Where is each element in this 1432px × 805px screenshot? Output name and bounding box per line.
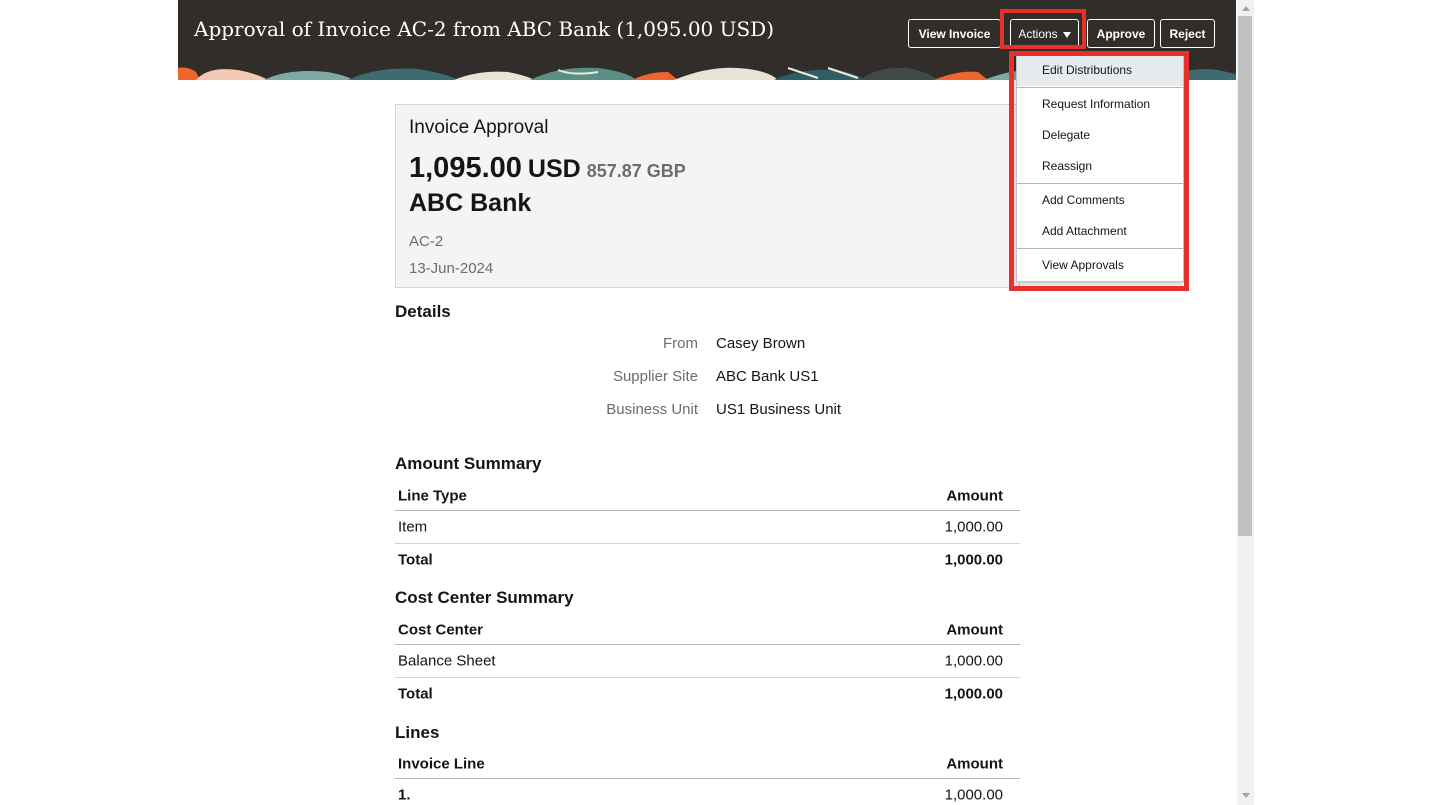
column-header-cost-center: Cost Center xyxy=(398,621,484,639)
detail-value-from: Casey Brown xyxy=(716,335,806,352)
menu-item-edit-distributions[interactable]: Edit Distributions xyxy=(1017,55,1183,86)
cell-amount: 1,000.00 xyxy=(944,652,1003,670)
page-title: Approval of Invoice AC-2 from ABC Bank (… xyxy=(194,17,775,41)
detail-label-from: From xyxy=(663,335,698,352)
amount-currency: USD xyxy=(527,155,581,183)
invoice-amount: 1,095.00 USD 857.87 GBP xyxy=(409,152,686,185)
detail-value-business-unit: US1 Business Unit xyxy=(716,401,842,418)
table-row[interactable]: 1. 1,000.00 xyxy=(395,779,1020,805)
menu-item-request-information[interactable]: Request Information xyxy=(1017,89,1183,120)
actions-dropdown-menu: Edit Distributions Request Information D… xyxy=(1016,54,1184,282)
amount-summary-table: Line Type Amount Item 1,000.00 Total 1,0… xyxy=(395,482,1020,576)
column-header-line-type: Line Type xyxy=(398,487,467,505)
cost-center-summary-heading: Cost Center Summary xyxy=(395,588,574,607)
cell-cost-center: Balance Sheet xyxy=(398,652,496,670)
total-label: Total xyxy=(398,551,433,569)
detail-label-business-unit: Business Unit xyxy=(606,401,698,418)
cell-amount: 1,000.00 xyxy=(944,518,1003,536)
invoice-number: AC-2 xyxy=(409,233,444,250)
table-row: Item 1,000.00 xyxy=(395,511,1020,544)
column-header-amount: Amount xyxy=(946,621,1003,639)
table-row: Balance Sheet 1,000.00 xyxy=(395,645,1020,678)
total-row: Total 1,000.00 xyxy=(395,678,1020,710)
table-header-row: Invoice Line Amount xyxy=(395,750,1020,779)
amount-value: 1,095.00 xyxy=(409,152,522,184)
scrollbar-thumb[interactable] xyxy=(1238,16,1252,536)
supplier-name: ABC Bank xyxy=(409,189,532,217)
table-header-row: Cost Center Amount xyxy=(395,616,1020,645)
column-header-invoice-line: Invoice Line xyxy=(398,755,485,773)
lines-table: Invoice Line Amount 1. 1,000.00 xyxy=(395,750,1020,805)
detail-label-supplier-site: Supplier Site xyxy=(612,368,698,385)
chevron-down-icon xyxy=(1062,31,1071,38)
summary-title: Invoice Approval xyxy=(409,117,549,138)
total-amount: 1,000.00 xyxy=(944,685,1003,703)
column-header-amount: Amount xyxy=(946,487,1003,505)
detail-value-supplier-site: ABC Bank US1 xyxy=(716,368,819,385)
menu-separator xyxy=(1017,183,1183,184)
menu-item-add-attachment[interactable]: Add Attachment xyxy=(1017,216,1183,247)
menu-separator xyxy=(1017,87,1183,88)
actions-button[interactable]: Actions xyxy=(1010,19,1079,48)
cell-amount: 1,000.00 xyxy=(944,786,1003,804)
table-header-row: Line Type Amount xyxy=(395,482,1020,511)
menu-separator xyxy=(1017,248,1183,249)
cost-center-summary-table: Cost Center Amount Balance Sheet 1,000.0… xyxy=(395,616,1020,710)
details-heading: Details xyxy=(395,302,451,321)
scroll-up-arrow-icon[interactable] xyxy=(1242,6,1250,11)
menu-item-delegate[interactable]: Delegate xyxy=(1017,120,1183,151)
total-row: Total 1,000.00 xyxy=(395,544,1020,576)
actions-button-label: Actions xyxy=(1018,26,1058,41)
total-amount: 1,000.00 xyxy=(944,551,1003,569)
view-invoice-button[interactable]: View Invoice xyxy=(908,19,1001,48)
converted-amount: 857.87 GBP xyxy=(586,161,686,181)
lines-heading: Lines xyxy=(395,723,440,742)
reject-button[interactable]: Reject xyxy=(1160,19,1215,48)
approve-button[interactable]: Approve xyxy=(1087,19,1155,48)
vertical-scrollbar[interactable] xyxy=(1237,0,1254,805)
invoice-summary-card: Invoice Approval 1,095.00 USD 857.87 GBP A… xyxy=(395,104,1020,288)
menu-item-view-approvals[interactable]: View Approvals xyxy=(1017,250,1183,281)
menu-item-reassign[interactable]: Reassign xyxy=(1017,151,1183,182)
amount-summary-heading: Amount Summary xyxy=(395,454,542,473)
total-label: Total xyxy=(398,685,433,703)
column-header-amount: Amount xyxy=(946,755,1003,773)
cell-invoice-line[interactable]: 1. xyxy=(398,787,411,804)
cell-line-type: Item xyxy=(398,518,428,536)
menu-item-add-comments[interactable]: Add Comments xyxy=(1017,185,1183,216)
invoice-date: 13-Jun-2024 xyxy=(409,260,494,277)
scroll-down-arrow-icon[interactable] xyxy=(1242,793,1250,798)
